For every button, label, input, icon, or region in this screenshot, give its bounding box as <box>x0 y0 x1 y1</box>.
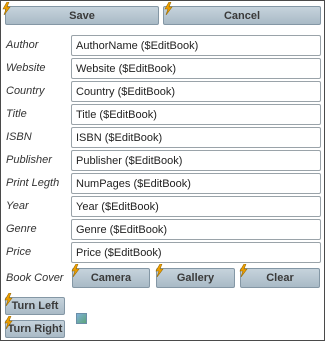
clear-button-label: Clear <box>266 272 294 284</box>
genre-field[interactable]: Genre ($EditBook) <box>71 219 321 240</box>
publisher-label: Publisher <box>6 154 52 166</box>
lightning-bolt-icon <box>4 293 13 306</box>
print-length-label: Print Legth <box>6 177 60 189</box>
country-field[interactable]: Country ($EditBook) <box>71 81 321 102</box>
lightning-bolt-icon <box>2 2 11 15</box>
lightning-bolt-icon <box>155 264 164 277</box>
gallery-button[interactable]: Gallery <box>156 268 235 288</box>
lightning-bolt-icon <box>239 264 248 277</box>
website-label: Website <box>6 62 46 74</box>
cover-thumbnail-icon[interactable] <box>76 313 87 324</box>
cancel-button-label: Cancel <box>223 9 261 22</box>
lightning-bolt-icon <box>164 2 173 15</box>
clear-button[interactable]: Clear <box>240 268 320 288</box>
title-field[interactable]: Title ($EditBook) <box>71 104 321 125</box>
title-label: Title <box>6 108 27 120</box>
gallery-button-label: Gallery <box>176 272 215 284</box>
lightning-bolt-icon <box>4 316 13 329</box>
year-label: Year <box>6 200 29 212</box>
save-button[interactable]: Save <box>5 6 159 25</box>
price-field[interactable]: Price ($EditBook) <box>71 242 321 263</box>
print-length-field[interactable]: NumPages ($EditBook) <box>71 173 321 194</box>
turn-right-button[interactable]: Turn Right <box>5 320 65 338</box>
book-cover-label: Book Cover <box>6 272 64 284</box>
camera-button-label: Camera <box>90 272 132 284</box>
author-field[interactable]: AuthorName ($EditBook) <box>71 35 321 56</box>
turn-left-button[interactable]: Turn Left <box>5 297 65 315</box>
publisher-field[interactable]: Publisher ($EditBook) <box>71 150 321 171</box>
turn-right-button-label: Turn Right <box>7 323 63 335</box>
camera-button[interactable]: Camera <box>72 268 150 288</box>
genre-label: Genre <box>6 223 37 235</box>
lightning-bolt-icon <box>71 264 80 277</box>
cancel-button[interactable]: Cancel <box>163 6 321 25</box>
isbn-label: ISBN <box>6 131 32 143</box>
country-label: Country <box>6 85 45 97</box>
price-label: Price <box>6 246 32 258</box>
year-field[interactable]: Year ($EditBook) <box>71 196 321 217</box>
isbn-field[interactable]: ISBN ($EditBook) <box>71 127 321 148</box>
author-label: Author <box>6 39 39 51</box>
turn-left-button-label: Turn Left <box>11 300 59 312</box>
save-button-label: Save <box>69 9 95 22</box>
website-field[interactable]: Website ($EditBook) <box>71 58 321 79</box>
